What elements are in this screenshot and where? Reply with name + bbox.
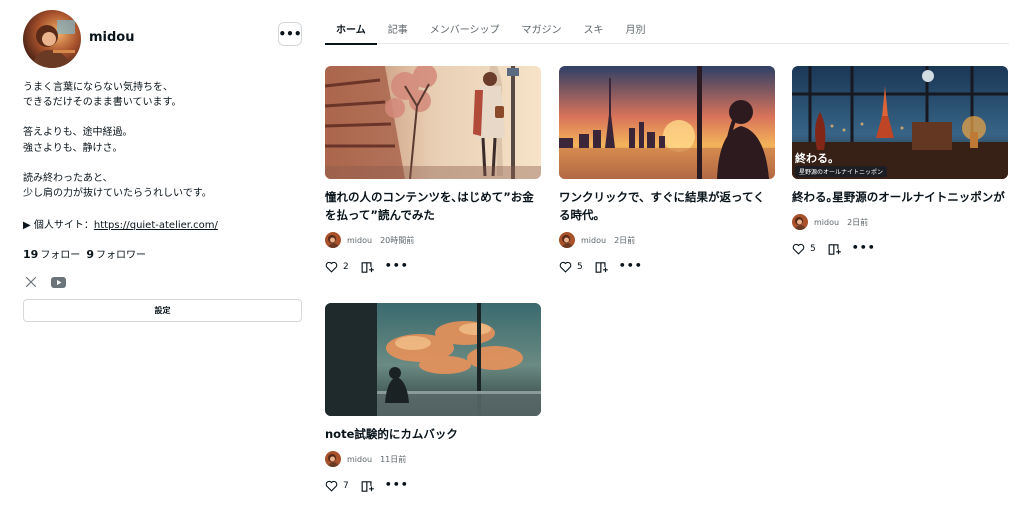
following-link[interactable]: 19 フォロー [23,246,80,261]
article-actions: 5 ••• [559,260,775,274]
personal-site-label: ▶ 個人サイト： [23,220,94,232]
like-count: 2 [343,262,349,272]
followers-label: フォロワー [95,250,146,262]
followers-count: 9 [86,248,94,262]
author-avatar[interactable] [325,232,341,248]
author-name[interactable]: midou [581,236,606,245]
author-avatar[interactable] [559,232,575,248]
following-count: 19 [23,248,39,262]
tab-likes[interactable]: スキ [573,14,615,44]
profile-sidebar: midou ••• うまく言葉にならない気持ちを、 できるだけそのまま書いていま… [23,10,302,323]
article-actions: 7 ••• [325,479,541,493]
bio-line: 少し肩の力が抜けていたらうれしいです。 [23,188,212,200]
author-name[interactable]: midou [347,236,372,245]
article-meta: midou 11日前 [325,451,541,467]
post-time: 11日前 [380,454,407,464]
bio-line: できるだけそのまま書いています。 [23,97,182,109]
like-button[interactable]: 7 [325,480,349,492]
post-time: 2日前 [614,235,636,245]
profile-tabs: ホーム 記事 メンバーシップ マガジン スキ 月別 [325,14,1009,45]
follow-stats: 19 フォロー 9 フォロワー [23,246,302,261]
article-thumbnail[interactable] [325,66,541,179]
thumbnail-caption-big: 終わる。 [795,152,839,165]
article-card[interactable]: ワンクリックで、すぐに結果が返ってくる時代。 midou 2日前 5 ••• [559,66,775,274]
post-time: 2日前 [847,217,869,227]
article-more-icon[interactable]: ••• [385,260,409,271]
article-meta: midou 2日前 [559,232,775,248]
profile-header: midou ••• [23,10,302,68]
tab-home[interactable]: ホーム [325,14,377,45]
magazine-add-icon[interactable] [361,260,375,274]
like-button[interactable]: 2 [325,261,349,273]
thumbnail-caption-small: 星野源のオールナイトニッポン [795,166,888,177]
bio-line: うまく言葉にならない気持ちを、 [23,82,173,93]
article-thumbnail[interactable] [559,66,775,179]
article-card[interactable]: 終わる。 星野源のオールナイトニッポン 終わる｡星野源のオールナイトニッポンが … [792,66,1008,256]
article-actions: 2 ••• [325,260,541,274]
like-button[interactable]: 5 [559,261,583,273]
magazine-add-icon[interactable] [595,260,609,274]
bio-line: 答えよりも、途中経過。 [23,127,133,139]
article-more-icon[interactable]: ••• [619,260,643,271]
article-actions: 5 ••• [792,242,1008,256]
article-title[interactable]: note試験的にカムバック [325,425,541,443]
article-card[interactable]: note試験的にカムバック midou 11日前 7 ••• [325,303,541,493]
heart-icon [325,480,338,492]
article-more-icon[interactable]: ••• [852,242,876,253]
youtube-icon[interactable] [50,274,66,290]
bio-line: 読み終わったあと、 [23,172,113,184]
like-count: 7 [343,481,349,491]
personal-site-line: ▶ 個人サイト：https://quiet-atelier.com/ [23,216,302,231]
magazine-add-icon[interactable] [828,242,842,256]
profile-bio: うまく言葉にならない気持ちを、 できるだけそのまま書いています。 答えよりも、途… [23,80,302,201]
article-title[interactable]: 憧れの人のコンテンツを､はじめて”お金を払って”読んでみた [325,188,541,224]
author-avatar[interactable] [325,451,341,467]
profile-more-button[interactable]: ••• [278,22,302,46]
heart-icon [325,261,338,273]
heart-icon [792,243,805,255]
author-name[interactable]: midou [347,455,372,464]
author-name[interactable]: midou [814,218,839,227]
article-thumbnail[interactable] [325,303,541,416]
tab-magazine[interactable]: マガジン [511,14,573,44]
settings-button[interactable]: 設定 [23,299,302,323]
post-time: 20時間前 [380,235,415,245]
article-title[interactable]: 終わる｡星野源のオールナイトニッポンが [792,188,1008,206]
article-meta: midou 20時間前 [325,232,541,248]
like-count: 5 [577,262,583,272]
profile-username: midou [89,29,135,45]
x-icon[interactable] [23,274,39,290]
social-links [23,274,302,290]
like-button[interactable]: 5 [792,243,816,255]
followers-link[interactable]: 9 フォロワー [86,246,146,261]
tab-articles[interactable]: 記事 [377,14,419,44]
author-avatar[interactable] [792,214,808,230]
article-thumbnail[interactable]: 終わる。 星野源のオールナイトニッポン [792,66,1008,179]
tab-membership[interactable]: メンバーシップ [419,14,511,44]
tab-monthly[interactable]: 月別 [615,14,657,44]
article-title[interactable]: ワンクリックで、すぐに結果が返ってくる時代。 [559,188,775,224]
article-more-icon[interactable]: ••• [385,479,409,490]
personal-site-link[interactable]: https://quiet-atelier.com/ [94,220,218,231]
like-count: 5 [810,244,816,254]
following-label: フォロー [40,250,81,262]
article-card[interactable]: 憧れの人のコンテンツを､はじめて”お金を払って”読んでみた midou 20時間… [325,66,541,274]
heart-icon [559,261,572,273]
magazine-add-icon[interactable] [361,479,375,493]
article-meta: midou 2日前 [792,214,1008,230]
bio-line: 強さよりも、静けさ。 [23,142,123,154]
avatar[interactable] [23,10,81,68]
